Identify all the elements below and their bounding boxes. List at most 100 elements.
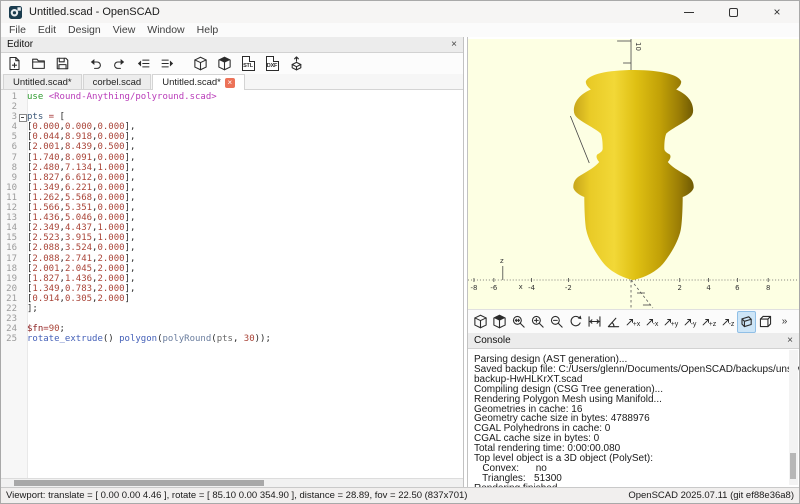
line-number: 14 xyxy=(1,223,17,233)
code-line-8: 8[2.480,7.134,1.000], xyxy=(1,163,463,173)
editor-horizontal-scrollbar[interactable] xyxy=(1,478,463,487)
svg-text:-4: -4 xyxy=(528,284,535,292)
menu-window[interactable]: Window xyxy=(141,24,190,36)
code-line-15: 15[2.523,3.915,1.000], xyxy=(1,233,463,243)
undo-icon xyxy=(88,56,103,71)
measure-angle-button[interactable] xyxy=(604,311,623,333)
svg-text:6: 6 xyxy=(735,284,739,292)
render-icon xyxy=(217,56,232,71)
scrollbar-thumb[interactable] xyxy=(14,480,264,486)
openscad-logo-icon xyxy=(9,6,22,19)
menu-file[interactable]: File xyxy=(3,24,32,36)
code-line-25: 25rotate_extrude() polygon(polyRound(pts… xyxy=(1,334,463,344)
tab-close-button[interactable]: × xyxy=(225,78,235,88)
unindent-button[interactable] xyxy=(132,54,154,74)
view-plus-z-button[interactable]: +z xyxy=(699,311,718,333)
tab-2[interactable]: Untitled.scad*× xyxy=(152,74,245,90)
editor-panel-header: Editor × xyxy=(1,37,463,53)
preview-icon xyxy=(193,56,208,71)
line-number: 10 xyxy=(1,183,17,193)
tab-0[interactable]: Untitled.scad* xyxy=(3,74,82,89)
minimize-button[interactable] xyxy=(667,1,711,23)
fold-marker[interactable] xyxy=(17,112,27,122)
console-panel-title: Console xyxy=(474,335,511,346)
open-file-icon xyxy=(31,56,46,71)
console-panel: Parsing design (AST generation)...Saved … xyxy=(468,349,799,487)
line-number: 16 xyxy=(1,243,17,253)
line-number: 2 xyxy=(1,102,17,112)
code-line-6: 6[2.001,8.439,0.500], xyxy=(1,142,463,152)
viewport-3d[interactable]: -8-6-4-22468 10 z x xyxy=(468,37,799,309)
send-to-printer-button[interactable] xyxy=(285,54,307,74)
render-button[interactable] xyxy=(213,54,235,74)
send-to-printer-icon xyxy=(289,56,304,71)
line-number: 19 xyxy=(1,274,17,284)
line-number: 18 xyxy=(1,264,17,274)
save-file-button[interactable] xyxy=(51,54,73,74)
code-line-1: 1use <Round-Anything/polyround.scad> xyxy=(1,92,463,102)
code-line-12: 12[1.566,5.351,0.000], xyxy=(1,203,463,213)
orthogonal-button[interactable] xyxy=(756,311,775,333)
line-number: 21 xyxy=(1,294,17,304)
new-file-button[interactable] xyxy=(3,54,25,74)
render-button[interactable] xyxy=(490,311,509,333)
preview-button[interactable] xyxy=(471,311,490,333)
undo-button[interactable] xyxy=(84,54,106,74)
maximize-button[interactable] xyxy=(711,1,755,23)
more-tools-button[interactable]: » xyxy=(775,311,794,333)
editor-panel-close-button[interactable]: × xyxy=(451,40,457,50)
view-minus-x-button[interactable]: -x xyxy=(642,311,661,333)
line-number: 15 xyxy=(1,233,17,243)
z-axis-label: z xyxy=(500,257,504,265)
3d-viewport-canvas[interactable]: -8-6-4-22468 10 z x xyxy=(468,39,799,309)
line-number: 5 xyxy=(1,132,17,142)
view-plus-x-button[interactable]: +x xyxy=(623,311,642,333)
code-line-2: 2 xyxy=(1,102,463,112)
code-line-21: 21[0.914,0.305,2.000] xyxy=(1,294,463,304)
menu-view[interactable]: View xyxy=(107,24,142,36)
code-line-24: 24$fn=90; xyxy=(1,324,463,334)
export-dxf-button[interactable]: DXF xyxy=(261,54,283,74)
perspective-button[interactable] xyxy=(737,311,756,333)
view-plus-y-button[interactable]: +y xyxy=(661,311,680,333)
tab-1[interactable]: corbel.scad xyxy=(83,74,152,89)
indent-button[interactable] xyxy=(156,54,178,74)
menu-help[interactable]: Help xyxy=(191,24,225,36)
viewport-toolbar: +x-x+y-y+z-z » xyxy=(468,309,799,333)
editor-code[interactable]: 1use <Round-Anything/polyround.scad>23pt… xyxy=(1,90,463,478)
reset-view-button[interactable] xyxy=(566,311,585,333)
preview-icon xyxy=(473,314,488,329)
console-panel-close-button[interactable]: × xyxy=(787,336,793,346)
tab-label: corbel.scad xyxy=(93,77,142,88)
view-minus-y-button[interactable]: -y xyxy=(680,311,699,333)
view-minus-z-button[interactable]: -z xyxy=(718,311,737,333)
line-number: 7 xyxy=(1,153,17,163)
console-lines: Parsing design (AST generation)...Saved … xyxy=(474,355,787,487)
openscad-window: Untitled.scad - OpenSCAD × FileEditDesig… xyxy=(0,0,800,504)
line-number: 12 xyxy=(1,203,17,213)
console-scrollbar[interactable] xyxy=(789,350,798,485)
code-line-22: 22]; xyxy=(1,304,463,314)
export-stl-button[interactable]: STL xyxy=(237,54,259,74)
zoom-out-button[interactable] xyxy=(547,311,566,333)
right-column: -8-6-4-22468 10 z x xyxy=(467,37,799,487)
reset-view-icon xyxy=(568,314,583,329)
zoom-in-icon xyxy=(530,314,545,329)
line-number: 22 xyxy=(1,304,17,314)
orthogonal-icon xyxy=(758,314,773,329)
console-scrollbar-thumb[interactable] xyxy=(790,453,796,479)
zoom-in-button[interactable] xyxy=(528,311,547,333)
zoom-all-button[interactable] xyxy=(509,311,528,333)
menu-design[interactable]: Design xyxy=(62,24,107,36)
console-panel-header: Console × xyxy=(468,333,799,349)
open-file-button[interactable] xyxy=(27,54,49,74)
line-number: 20 xyxy=(1,284,17,294)
code-line-7: 7[1.740,8.091,0.000], xyxy=(1,153,463,163)
measure-distance-button[interactable] xyxy=(585,311,604,333)
close-button[interactable]: × xyxy=(755,1,799,23)
window-title: Untitled.scad - OpenSCAD xyxy=(29,6,160,18)
code-line-13: 13[1.436,5.046,0.000], xyxy=(1,213,463,223)
menu-edit[interactable]: Edit xyxy=(32,24,62,36)
preview-button[interactable] xyxy=(189,54,211,74)
redo-button[interactable] xyxy=(108,54,130,74)
